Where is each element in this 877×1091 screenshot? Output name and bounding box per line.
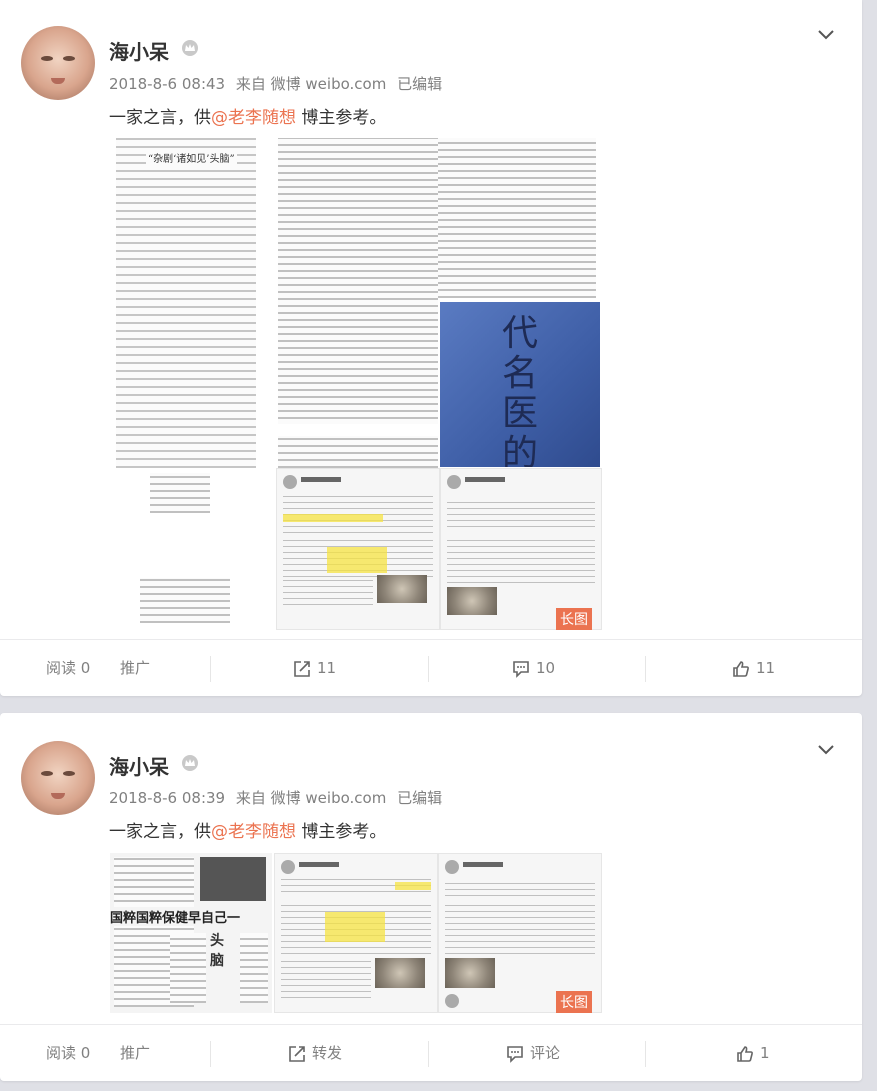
chevron-down-icon[interactable] [816,739,836,759]
weibo-post-2: 海小呆 2018-8-6 08:39 来自 微博 weibo.com 已编辑 一… [0,713,862,1081]
post-meta: 2018-8-6 08:43 来自 微博 weibo.com 已编辑 [109,73,448,94]
ad-title: 国粹国粹保健早自己一 [110,907,272,926]
like-button[interactable]: 11 [732,640,775,696]
like-button[interactable]: 1 [736,1025,770,1081]
avatar[interactable] [21,26,95,100]
post-actions: 阅读 0 推广 转发 评论 1 [0,1024,862,1081]
post-time[interactable]: 2018-8-6 08:43 [109,75,225,93]
post-text: 一家之言，供@老李随想 博主参考。 [109,108,387,128]
scan-title: “杂剧‘诸如见’头脑” [146,150,237,165]
edited-label[interactable]: 已编辑 [397,75,442,93]
weibo-post-1: 海小呆 2018-8-6 08:43 来自 微博 weibo.com 已编辑 一… [0,0,862,696]
username[interactable]: 海小呆 [109,36,169,65]
post-source[interactable]: 来自 微博 weibo.com [236,789,386,807]
comment-button[interactable]: 评论 [506,1025,560,1081]
ad-side-text: 头 脑 [210,933,224,969]
repost-button[interactable]: 11 [293,640,336,696]
thumbnail-2[interactable] [274,853,438,1013]
repost-button[interactable]: 转发 [288,1025,342,1081]
post-text: 一家之言，供@老李随想 博主参考。 [109,822,387,842]
thumbnail-3[interactable] [438,853,602,1013]
weibo-screenshot-2 [440,468,602,630]
post-image-collage[interactable]: “杂剧‘诸如见’头脑” 代名医的传 长图 [110,138,602,630]
post-image-thumbnails: 国粹国粹保健早自己一 头 脑 长图 [110,853,602,1013]
comment-icon [513,660,529,678]
book-cover-image: 代名医的传 [440,302,600,467]
vip-crown-icon [182,40,198,56]
post-actions: 阅读 0 推广 11 10 11 [0,639,862,696]
mention-link[interactable]: @老李随想 [211,108,296,128]
comment-icon [507,1045,523,1063]
long-image-badge: 长图 [556,608,592,630]
scan-page-right [438,138,596,298]
like-icon [733,660,749,677]
thumbnail-1[interactable]: 国粹国粹保健早自己一 头 脑 [110,853,272,1013]
read-count: 阅读 0 [46,1044,91,1062]
repost-icon [289,1045,305,1062]
long-image-badge: 长图 [556,991,592,1013]
promote-button[interactable]: 推广 [120,1025,150,1081]
post-source[interactable]: 来自 微博 weibo.com [236,75,386,93]
avatar[interactable] [21,741,95,815]
vip-crown-icon [182,755,198,771]
post-meta: 2018-8-6 08:39 来自 微博 weibo.com 已编辑 [109,787,448,808]
mention-link[interactable]: @老李随想 [211,822,296,842]
chevron-down-icon[interactable] [816,24,836,44]
promote-button[interactable]: 推广 [120,640,150,696]
username[interactable]: 海小呆 [109,751,169,780]
read-count: 阅读 0 [46,659,91,677]
weibo-screenshot-1 [276,468,440,630]
comment-button[interactable]: 10 [512,640,555,696]
like-icon [737,1045,753,1062]
repost-icon [294,660,310,677]
edited-label[interactable]: 已编辑 [397,789,442,807]
post-time[interactable]: 2018-8-6 08:39 [109,789,225,807]
